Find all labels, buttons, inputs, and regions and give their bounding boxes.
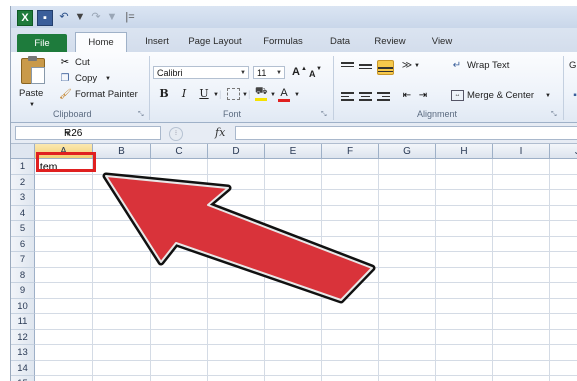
red-arrow-fill (105, 175, 373, 301)
annotation-arrow (102, 172, 376, 304)
